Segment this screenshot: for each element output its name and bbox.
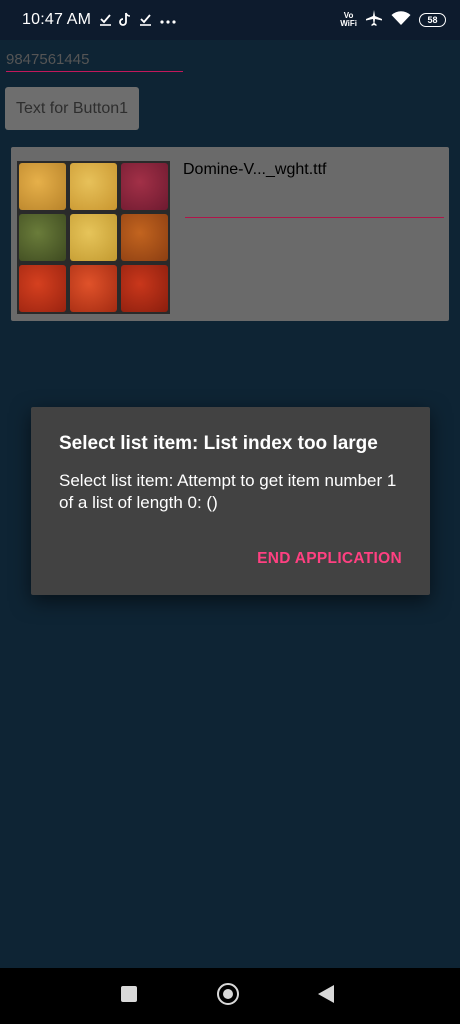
download-check-icon [99,13,112,28]
back-icon[interactable] [318,985,334,1003]
airplane-icon [365,9,383,31]
wifi-icon [391,10,411,30]
end-application-button[interactable]: END APPLICATION [257,550,402,568]
navigation-bar [0,968,460,1024]
recents-icon[interactable] [121,986,137,1002]
system-icons: Vo WiFi 58 [340,9,446,31]
vowifi-icon: Vo WiFi [340,12,357,28]
download-check-icon [139,13,152,28]
vowifi-bottom: WiFi [340,19,357,28]
tiktok-icon [119,12,132,28]
status-bar: 10:47 AM Vo WiFi 58 [0,0,460,40]
battery-icon: 58 [419,13,446,27]
error-dialog: Select list item: List index too large S… [31,407,430,595]
dialog-title: Select list item: List index too large [59,433,378,454]
more-icon [159,14,177,27]
status-time: 10:47 AM [22,11,92,28]
dialog-message: Select list item: Attempt to get item nu… [59,471,397,512]
notification-icons [99,12,177,28]
home-icon[interactable] [217,983,239,1005]
